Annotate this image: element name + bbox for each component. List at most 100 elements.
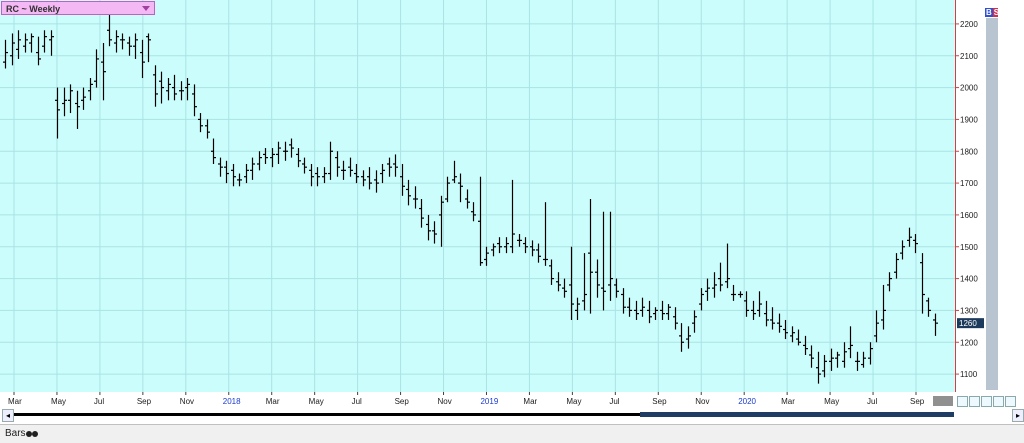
ohlc-bar	[796, 329, 801, 346]
chart-title-dropdown[interactable]: RC ~ Weekly	[1, 1, 155, 15]
ohlc-bar	[29, 33, 34, 53]
ohlc-bar	[322, 167, 327, 184]
ohlc-bar	[777, 313, 782, 333]
ohlc-bar	[868, 342, 873, 365]
time-tick-label: May	[51, 397, 66, 406]
chart-title: RC ~ Weekly	[6, 4, 61, 14]
ohlc-bar	[881, 284, 886, 330]
ohlc-bar	[653, 307, 658, 320]
ohlc-bar	[380, 163, 385, 184]
ohlc-bar	[816, 351, 821, 384]
collapse-icon[interactable]	[1005, 396, 1016, 407]
time-tick-label: Sep	[910, 397, 925, 406]
ohlc-bar	[250, 157, 255, 180]
ohlc-bar	[575, 297, 580, 320]
ohlc-bar	[166, 78, 171, 101]
time-axis-labels: Mar May Jul Sep Nov 2018 Mar May Jul Sep Nov 2019 Ma…	[8, 392, 925, 406]
time-axis: Mar May Jul Sep Nov 2018 Mar May Jul Sep Nov 2019 Ma…	[0, 392, 955, 408]
chart-mode-label[interactable]: Bars	[5, 428, 26, 439]
ohlc-bar	[413, 186, 418, 209]
ohlc-bar	[588, 199, 593, 314]
ohlc-bar	[855, 351, 860, 371]
time-tick-label: Jul	[609, 397, 619, 406]
ohlc-bar	[874, 310, 879, 343]
ohlc-bar	[426, 214, 431, 241]
scroll-thumb[interactable]	[640, 412, 954, 417]
ohlc-bar	[926, 297, 931, 317]
ohlc-bar	[764, 300, 769, 327]
time-tick-label: 2018	[223, 397, 241, 406]
time-tick-label: Jul	[867, 397, 877, 406]
time-tick-label: May	[824, 397, 839, 406]
ohlc-chart	[0, 0, 955, 392]
dropdown-arrow-icon[interactable]	[142, 6, 150, 11]
ohlc-bar	[907, 227, 912, 247]
ohlc-bar	[679, 323, 684, 352]
ohlc-bar	[205, 119, 210, 139]
ohlc-bar	[387, 157, 392, 177]
ohlc-bar	[933, 313, 938, 336]
last-price-label: 1260	[959, 319, 977, 328]
ohlc-bar	[556, 272, 561, 292]
scroll-right-icon[interactable]: ▸	[1012, 409, 1024, 422]
ohlc-bar	[68, 84, 73, 114]
price-tick-label: 2000	[960, 84, 978, 93]
far-right-margin	[998, 0, 1024, 442]
ohlc-bar	[692, 310, 697, 333]
ohlc-bar	[127, 36, 132, 56]
ohlc-bar	[731, 284, 736, 301]
ohlc-bar	[491, 243, 496, 257]
ohlc-bar	[198, 113, 203, 133]
bars-mode-icon-2[interactable]	[32, 431, 38, 437]
time-tick-label: Nov	[180, 397, 194, 406]
ohlc-bar	[88, 78, 93, 101]
ohlc-bar	[471, 202, 476, 222]
ohlc-bar	[900, 240, 905, 260]
price-tick-label: 1400	[960, 275, 978, 284]
price-tick-label: 1900	[960, 115, 978, 124]
time-tick-label: Mar	[266, 397, 280, 406]
scroll-end-button[interactable]	[933, 396, 953, 406]
ohlc-bar	[224, 160, 229, 184]
ohlc-bar	[790, 326, 795, 343]
ohlc-bar	[218, 157, 223, 177]
price-axis-labels: 1100 1200 1300 1400 1500 1600 1700 1800 1900 2000…	[956, 20, 984, 379]
ohlc-bar	[335, 151, 340, 177]
chart-plot-area[interactable]	[0, 0, 955, 392]
ohlc-bar	[484, 246, 489, 266]
scale-icon[interactable]	[981, 396, 992, 407]
ohlc-bar	[543, 202, 548, 266]
ohlc-bar	[23, 33, 28, 53]
ohlc-bar	[393, 154, 398, 177]
horizontal-scrollbar[interactable]: ◂ ▸	[0, 408, 1024, 422]
ohlc-bar	[699, 288, 704, 311]
side-panel	[986, 18, 998, 390]
ohlc-bar	[894, 253, 899, 279]
time-tick-label: Jul	[352, 397, 362, 406]
ohlc-bar	[445, 176, 450, 203]
zoom-out-icon[interactable]	[969, 396, 980, 407]
ohlc-bar	[341, 160, 346, 180]
ohlc-bar	[569, 246, 574, 320]
ohlc-bar	[120, 33, 125, 50]
ohlc-bar	[257, 151, 262, 171]
scroll-left-icon[interactable]: ◂	[2, 409, 14, 422]
zoom-in-icon[interactable]	[957, 396, 968, 407]
ohlc-bar	[530, 240, 535, 257]
ohlc-bar	[62, 87, 67, 117]
ohlc-bar	[517, 234, 522, 247]
ohlc-bar	[666, 304, 671, 320]
ohlc-bar	[354, 163, 359, 184]
ohlc-bar	[3, 39, 8, 69]
ohlc-bar	[705, 278, 710, 301]
ohlc-bar	[140, 39, 145, 79]
ohlc-bar	[835, 351, 840, 368]
ohlc-bar	[523, 237, 528, 254]
price-tick-label: 1300	[960, 306, 978, 315]
ohlc-bar	[549, 259, 554, 285]
ohlc-bar	[738, 291, 743, 298]
ohlc-bar	[465, 189, 470, 209]
ohlc-bar	[920, 253, 925, 314]
reset-icon[interactable]	[993, 396, 1004, 407]
ohlc-bar	[244, 163, 249, 184]
